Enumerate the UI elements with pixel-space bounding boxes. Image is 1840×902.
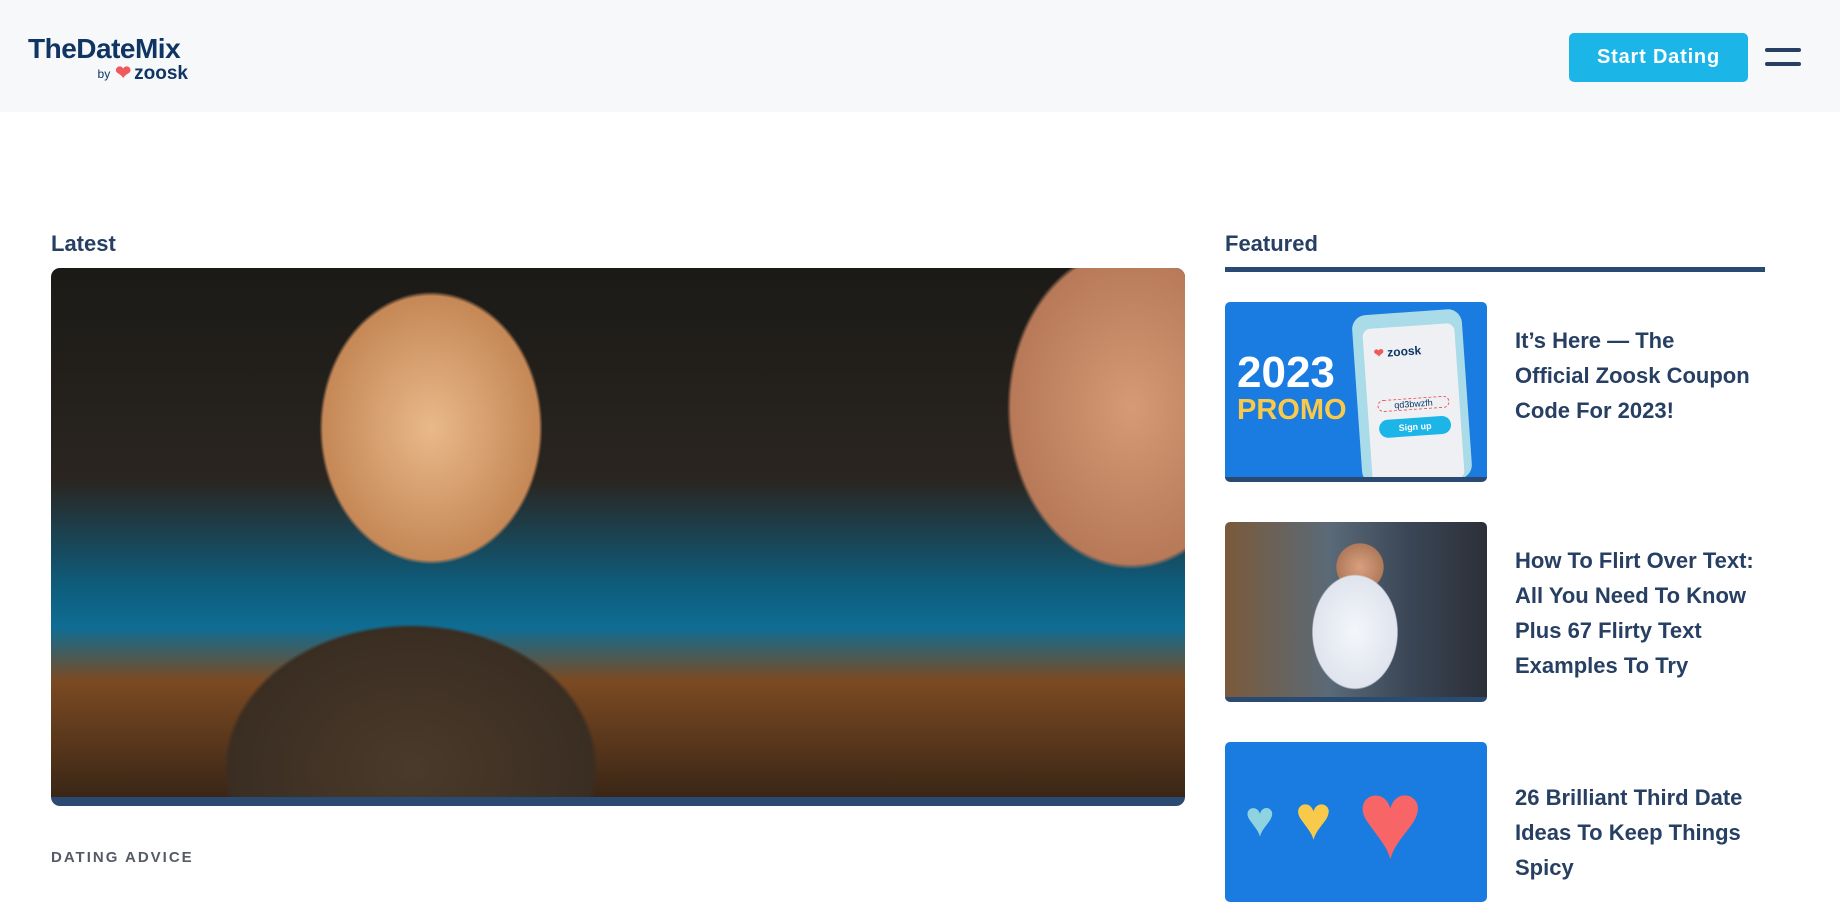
start-dating-button[interactable]: Start Dating [1569, 33, 1748, 82]
latest-heading: Latest [51, 231, 116, 256]
featured-title-link[interactable]: How To Flirt Over Text: All You Need To … [1515, 543, 1755, 683]
featured-divider [1225, 267, 1765, 272]
featured-heading: Featured [1225, 231, 1318, 256]
heart-icon: ♥ [1295, 784, 1332, 853]
logo[interactable]: TheDateMix by ❤ zoosk [28, 34, 188, 85]
latest-article-image[interactable] [51, 268, 1185, 806]
phone-illustration: ❤ zoosk qd3bwzfh Sign up [1351, 308, 1473, 477]
heart-icon: ♥ [1245, 791, 1275, 847]
featured-image-hearts[interactable]: ♥ ♥ ♥ [1225, 742, 1487, 902]
heart-icon: ♥ [1357, 757, 1424, 882]
featured-title-link[interactable]: It’s Here — The Official Zoosk Coupon Co… [1515, 323, 1755, 428]
site-header: TheDateMix by ❤ zoosk Start Dating [0, 0, 1840, 112]
featured-title-link[interactable]: 26 Brilliant Third Date Ideas To Keep Th… [1515, 780, 1755, 885]
featured-image-coupon[interactable]: 2023 PROMO ❤ zoosk qd3bwzfh Sign up [1225, 302, 1487, 482]
heart-icon: ❤ [115, 63, 132, 84]
featured-image-flirt[interactable] [1225, 522, 1487, 702]
hamburger-icon[interactable] [1765, 46, 1801, 68]
category-label[interactable]: DATING ADVICE [51, 849, 194, 866]
